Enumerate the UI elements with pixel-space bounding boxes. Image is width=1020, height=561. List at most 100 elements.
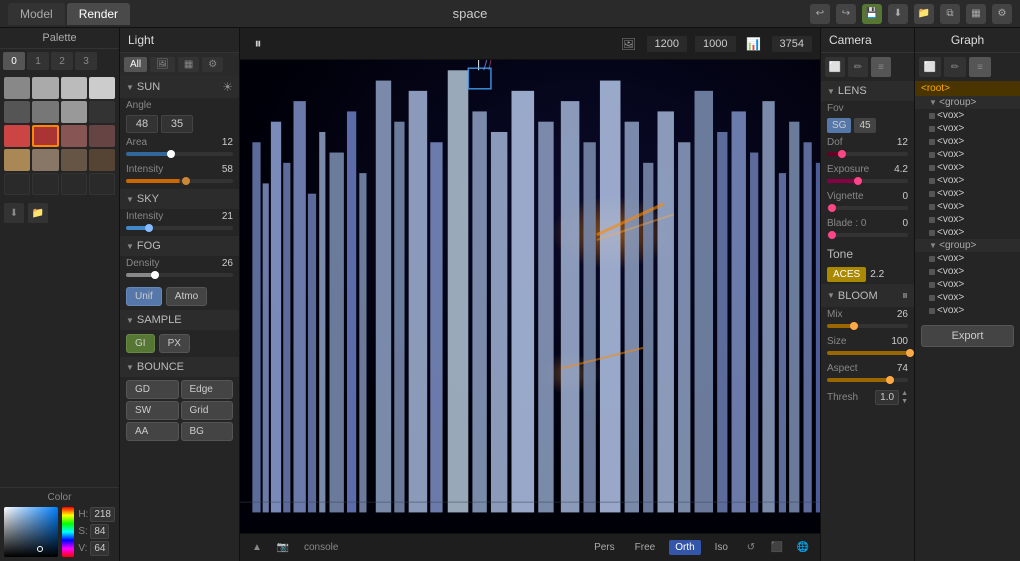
btn-grid[interactable]: Grid [181, 401, 234, 420]
palette-cell[interactable] [32, 125, 58, 147]
palette-cell[interactable] [61, 125, 87, 147]
palette-cell[interactable] [4, 149, 30, 171]
grid-icon[interactable]: ▦ [966, 4, 986, 24]
tree-group-1[interactable]: <group> [915, 96, 1020, 109]
cube-icon[interactable]: ⬛ [768, 539, 786, 557]
tree-vox-11[interactable]: <vox> [915, 252, 1020, 265]
viewport-canvas[interactable] [240, 60, 820, 533]
tree-vox-14[interactable]: <vox> [915, 291, 1020, 304]
btn-atmo[interactable]: Atmo [166, 287, 207, 306]
frame-number[interactable]: 3754 [772, 36, 812, 52]
dof-value[interactable]: 12 [897, 137, 908, 148]
settings-icon[interactable]: ⚙ [992, 4, 1012, 24]
undo-icon[interactable]: ↩ [810, 4, 830, 24]
tab-render[interactable]: Render [67, 3, 130, 25]
palette-tab-2[interactable]: 2 [51, 52, 73, 70]
light-tab-bar[interactable]: ▦ [178, 57, 199, 72]
intensity-slider[interactable] [126, 177, 233, 185]
sky-section-title[interactable]: SKY [120, 189, 239, 209]
resolution-height[interactable]: 1000 [695, 36, 735, 52]
free-btn[interactable]: Free [629, 540, 662, 555]
iso-btn[interactable]: Iso [709, 540, 734, 555]
btn-gi[interactable]: GI [126, 334, 155, 353]
thresh-stepper[interactable]: ▲ ▼ [901, 390, 908, 405]
blade-slider[interactable] [827, 231, 908, 239]
folder-small-icon[interactable]: 📁 [28, 203, 48, 223]
pers-btn[interactable]: Pers [588, 540, 621, 555]
palette-tab-0[interactable]: 0 [3, 52, 25, 70]
palette-cell[interactable] [89, 149, 115, 171]
reset-icon[interactable]: ↺ [742, 539, 760, 557]
palette-cell-empty[interactable] [4, 173, 30, 195]
sky-slider[interactable] [126, 224, 233, 232]
palette-cell[interactable] [4, 101, 30, 123]
size-slider[interactable] [827, 349, 908, 357]
tree-vox-7[interactable]: <vox> [915, 187, 1020, 200]
palette-cell-empty[interactable] [61, 173, 87, 195]
tree-vox-3[interactable]: <vox> [915, 135, 1020, 148]
area-value[interactable]: 12 [222, 137, 233, 148]
tree-vox-12[interactable]: <vox> [915, 265, 1020, 278]
palette-cell[interactable] [32, 77, 58, 99]
sky-intensity-value[interactable]: 21 [222, 211, 233, 222]
graph-tab-pen[interactable]: ✏ [944, 57, 966, 77]
sample-section-title[interactable]: SAMPLE [120, 310, 239, 330]
graph-tab-rect[interactable]: ⬜ [919, 57, 941, 77]
aspect-slider[interactable] [827, 376, 908, 384]
v-value[interactable]: 64 [90, 541, 109, 556]
move-icon[interactable]: ▲ [248, 539, 266, 557]
palette-cell[interactable] [32, 101, 58, 123]
btn-aa[interactable]: AA [126, 422, 179, 441]
palette-cell[interactable] [32, 149, 58, 171]
angle-box-1[interactable]: 48 [126, 115, 158, 133]
bloom-pause-btn[interactable]: ⏸ [902, 288, 908, 303]
area-slider[interactable] [126, 150, 233, 158]
btn-bg[interactable]: BG [181, 422, 234, 441]
tree-vox-5[interactable]: <vox> [915, 161, 1020, 174]
btn-gd[interactable]: GD [126, 380, 179, 399]
fog-section-title[interactable]: FOG [120, 236, 239, 256]
sun-section-title[interactable]: SUN ☀ [120, 76, 239, 98]
fog-density-value[interactable]: 26 [222, 258, 233, 269]
aces-button[interactable]: ACES [827, 267, 866, 282]
fov-val-box[interactable]: 45 [854, 118, 875, 133]
palette-cell[interactable] [89, 125, 115, 147]
bloom-title[interactable]: BLOOM [827, 290, 878, 302]
light-tab-img[interactable]: 🖼 [150, 57, 175, 72]
s-value[interactable]: 84 [90, 524, 109, 539]
exposure-slider[interactable] [827, 177, 908, 185]
tree-vox-2[interactable]: <vox> [915, 122, 1020, 135]
redo-icon[interactable]: ↪ [836, 4, 856, 24]
export-small-icon[interactable]: ⬇ [4, 203, 24, 223]
tree-group-2[interactable]: <group> [915, 239, 1020, 252]
folder-icon[interactable]: 📁 [914, 4, 934, 24]
aspect-value[interactable]: 74 [897, 363, 908, 374]
light-tab-all[interactable]: All [124, 57, 147, 72]
palette-cell-empty[interactable] [89, 173, 115, 195]
copy-icon[interactable]: ⧉ [940, 4, 960, 24]
btn-unif[interactable]: Unif [126, 287, 162, 306]
tab-model[interactable]: Model [8, 3, 65, 25]
bounce-section-title[interactable]: BOUNCE [120, 357, 239, 377]
mix-value[interactable]: 26 [897, 309, 908, 320]
camera-small-icon[interactable]: 📷 [274, 539, 292, 557]
image-icon[interactable]: 🖼 [619, 34, 639, 54]
palette-tab-1[interactable]: 1 [27, 52, 49, 70]
angle-box-2[interactable]: 35 [161, 115, 193, 133]
tree-vox-13[interactable]: <vox> [915, 278, 1020, 291]
cam-tab-pen[interactable]: ✏ [848, 57, 868, 77]
sun-icon[interactable]: ☀ [222, 80, 233, 94]
palette-cell[interactable] [61, 149, 87, 171]
palette-cell[interactable] [61, 77, 87, 99]
thresh-value[interactable]: 1.0 [875, 390, 899, 405]
fog-slider[interactable] [126, 271, 233, 279]
light-tab-gear[interactable]: ⚙ [202, 57, 223, 72]
graph-tab-list[interactable]: ≡ [969, 57, 991, 77]
color-hue-slider[interactable] [62, 507, 74, 557]
h-value[interactable]: 218 [90, 507, 115, 522]
palette-cell-empty[interactable] [32, 173, 58, 195]
tree-vox-1[interactable]: <vox> [915, 109, 1020, 122]
tree-vox-10[interactable]: <vox> [915, 226, 1020, 239]
chart-icon[interactable]: 📊 [744, 34, 764, 54]
palette-cell[interactable] [61, 101, 87, 123]
